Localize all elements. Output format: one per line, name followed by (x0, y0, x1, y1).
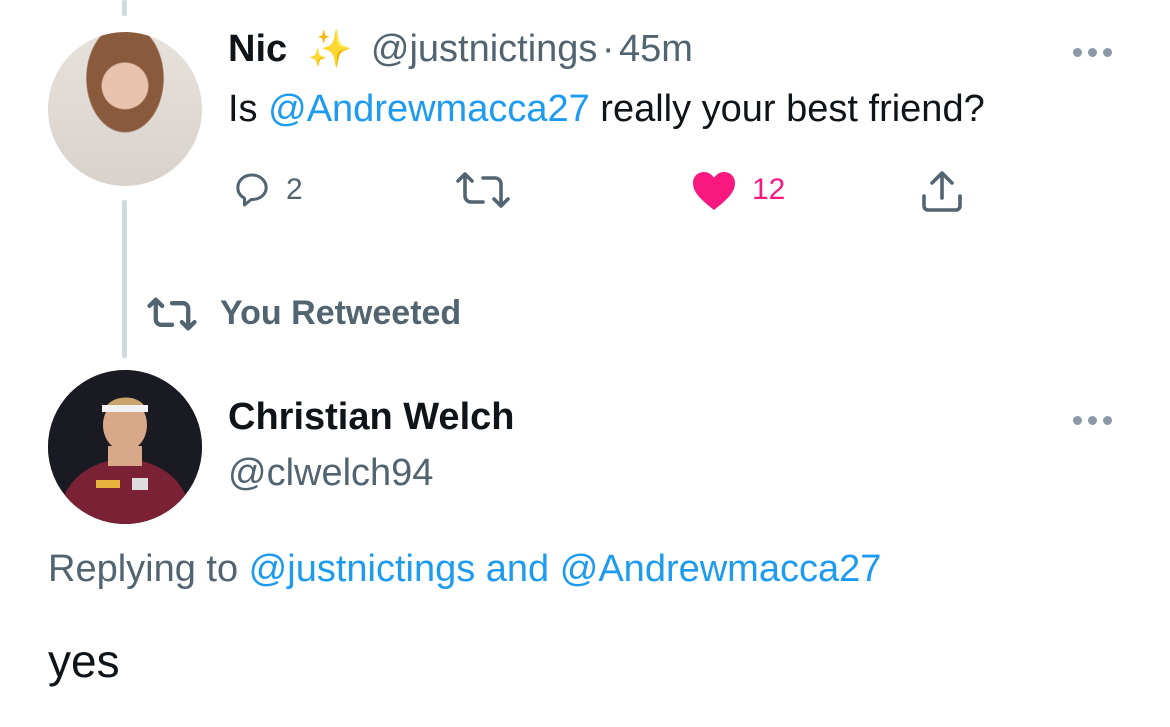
tweet-header: Nic ✨ @justnictings · 45m (228, 28, 693, 71)
timestamp[interactable]: 45m (619, 28, 693, 70)
heart-icon (693, 172, 735, 210)
tweet-text-suffix: really your best friend? (589, 88, 985, 130)
tweet-text-prefix: Is (228, 88, 269, 130)
replying-to: Replying to @justnictings and @Andrewmac… (48, 548, 881, 591)
and-word: and (475, 548, 560, 590)
retweet-button[interactable] (455, 170, 511, 210)
reply-to-link[interactable]: @justnictings (249, 548, 476, 590)
reply-icon (236, 173, 268, 207)
author-name[interactable]: Christian Welch (228, 396, 514, 439)
more-icon[interactable] (1073, 416, 1112, 425)
avatar[interactable] (48, 32, 202, 186)
avatar-image (48, 370, 202, 524)
reply-button[interactable]: 2 (232, 170, 303, 210)
handle[interactable]: @clwelch94 (228, 452, 433, 494)
retweet-icon (147, 296, 197, 331)
thread-line (122, 200, 127, 358)
mention-link[interactable]: @Andrewmacca27 (268, 88, 590, 130)
reply-count: 2 (286, 173, 303, 206)
share-icon (922, 171, 962, 212)
retweet-icon (456, 172, 510, 208)
share-button[interactable] (918, 168, 966, 214)
avatar[interactable] (48, 370, 202, 524)
separator: · (601, 28, 615, 70)
reply-to-link[interactable]: @Andrewmacca27 (560, 548, 882, 590)
display-name[interactable]: Christian Welch (228, 396, 514, 438)
handle[interactable]: @justnictings (371, 28, 598, 70)
tweet-body: yes (48, 635, 120, 687)
like-count: 12 (752, 173, 786, 206)
more-icon[interactable] (1073, 48, 1112, 57)
display-name[interactable]: Nic (228, 28, 287, 70)
retweet-banner: You Retweeted (146, 294, 461, 333)
thread-line (122, 0, 127, 16)
retweet-banner-label: You Retweeted (220, 294, 462, 332)
author-handle[interactable]: @clwelch94 (228, 452, 433, 495)
sparkles-icon: ✨ (307, 28, 353, 69)
tweet-text: Is @Andrewmacca27 really your best frien… (228, 88, 985, 131)
like-button[interactable]: 12 (690, 168, 785, 212)
replying-prefix: Replying to (48, 548, 249, 590)
